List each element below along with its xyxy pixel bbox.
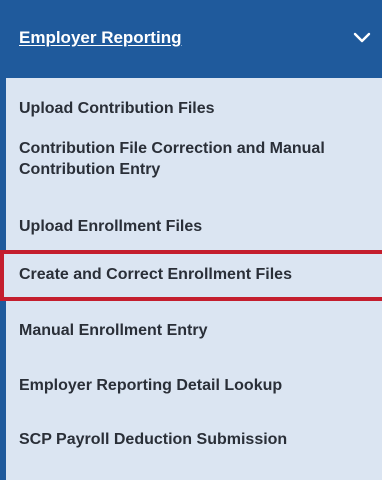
menu-header[interactable]: Employer Reporting: [0, 0, 382, 78]
menu-item-label: Manual Enrollment Entry: [19, 322, 208, 339]
menu-item-label: Upload Enrollment Files: [19, 218, 203, 235]
menu-item-label: Contribution File Correction and Manual …: [19, 140, 325, 178]
menu-item-contribution-file-correction[interactable]: Contribution File Correction and Manual …: [0, 128, 382, 202]
menu-item-manual-enrollment-entry[interactable]: Manual Enrollment Entry: [0, 306, 382, 356]
menu-item-scp-payroll-deduction-submission[interactable]: SCP Payroll Deduction Submission: [0, 414, 382, 464]
menu-header-title[interactable]: Employer Reporting: [19, 28, 181, 48]
menu-item-label: SCP Payroll Deduction Submission: [19, 431, 288, 448]
menu-item-employer-reporting-detail-lookup[interactable]: Employer Reporting Detail Lookup: [0, 360, 382, 410]
menu-item-label: Create and Correct Enrollment Files: [19, 266, 292, 283]
menu-item-label: Upload Contribution Files: [19, 100, 215, 117]
menu-item-create-and-correct-enrollment-files[interactable]: Create and Correct Enrollment Files: [0, 250, 382, 301]
employer-reporting-menu: Employer Reporting Upload Contribution F…: [0, 0, 382, 480]
chevron-down-icon[interactable]: [350, 26, 374, 50]
menu-item-label: Employer Reporting Detail Lookup: [19, 377, 283, 394]
menu-item-upload-enrollment-files[interactable]: Upload Enrollment Files: [0, 200, 382, 254]
